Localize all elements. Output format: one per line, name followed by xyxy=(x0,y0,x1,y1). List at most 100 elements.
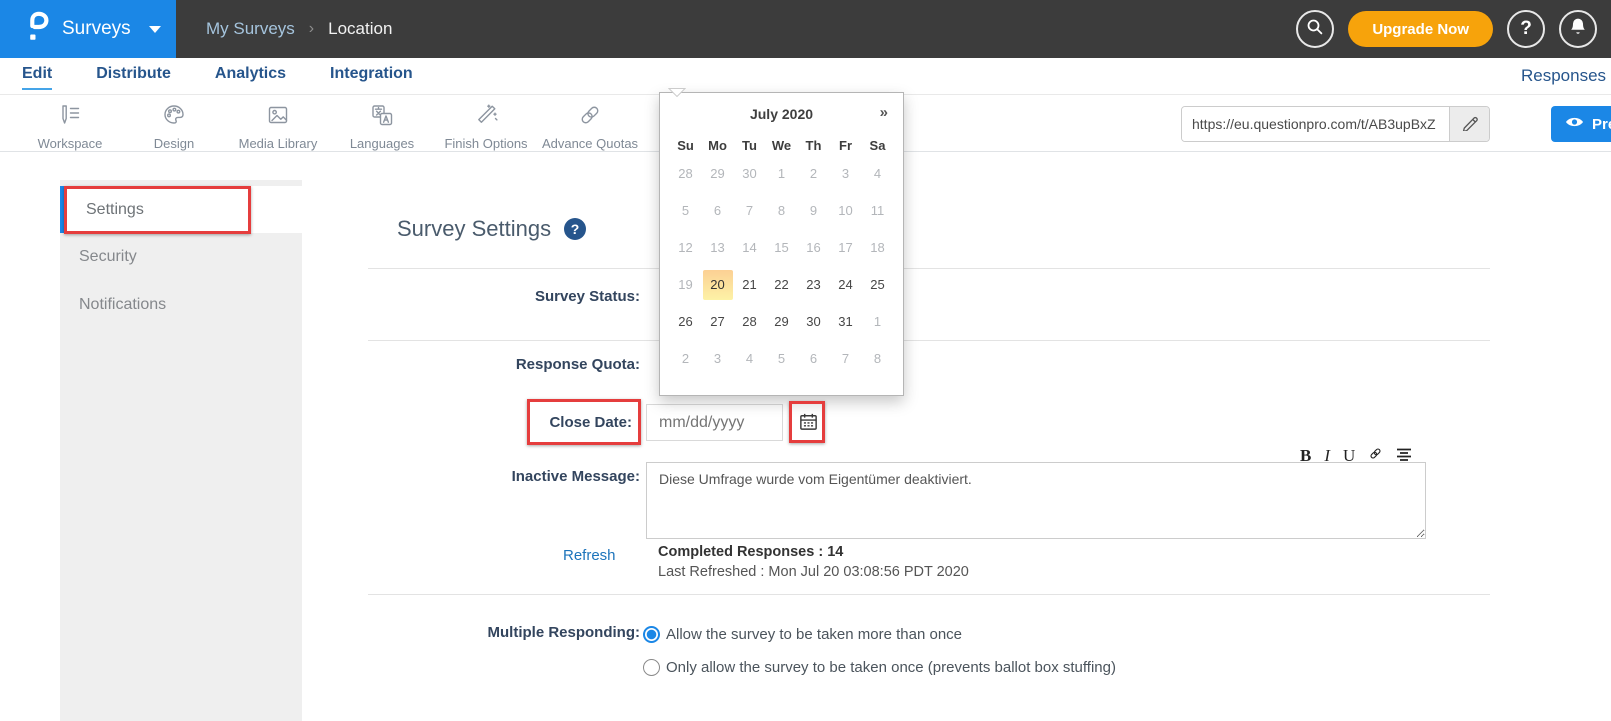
calendar-day[interactable]: 21 xyxy=(734,277,766,292)
sidebar-item-security[interactable]: Security xyxy=(60,233,302,281)
calendar-icon xyxy=(798,411,819,435)
chain-links-icon xyxy=(577,102,603,133)
calendar-day: 3 xyxy=(702,351,734,366)
toolbar-finish-options[interactable]: Finish Options xyxy=(434,95,538,151)
underline-button[interactable]: U xyxy=(1343,447,1355,464)
page-title: Survey Settings ? xyxy=(397,216,586,242)
radio-only-once[interactable] xyxy=(643,659,660,676)
toolbar-advance-quotas[interactable]: Advance Quotas xyxy=(538,95,642,151)
breadcrumb-separator-icon: › xyxy=(309,20,314,38)
breadcrumb: My Surveys › Location xyxy=(206,0,392,58)
radio-allow-multiple[interactable] xyxy=(643,626,660,643)
calendar-day: 1 xyxy=(766,166,798,181)
calendar-day[interactable]: 30 xyxy=(798,314,830,329)
tab-integration[interactable]: Integration xyxy=(330,65,413,90)
weekday-label: Mo xyxy=(702,138,734,153)
questionpro-logo-icon xyxy=(24,11,50,48)
edit-url-button[interactable] xyxy=(1449,107,1489,141)
bold-button[interactable]: B xyxy=(1300,447,1311,464)
toolbar-media-library[interactable]: Media Library xyxy=(226,95,330,151)
calendar-day[interactable]: 29 xyxy=(766,314,798,329)
survey-url-group xyxy=(1181,106,1490,142)
search-button[interactable] xyxy=(1296,10,1334,48)
calendar-weekdays: SuMoTuWeThFrSa xyxy=(660,138,903,153)
calendar-grid: 2829301234567891011121314151617181920212… xyxy=(660,155,903,377)
calendar-day[interactable]: 25 xyxy=(862,277,894,292)
calendar-day[interactable]: 22 xyxy=(766,277,798,292)
next-month-button[interactable]: » xyxy=(880,104,888,121)
pencil-icon xyxy=(1461,113,1479,136)
calendar-day[interactable]: 31 xyxy=(830,314,862,329)
calendar-day: 15 xyxy=(766,240,798,255)
calendar-day: 29 xyxy=(702,166,734,181)
survey-status-label: Survey Status: xyxy=(302,288,640,305)
title-help-icon[interactable]: ? xyxy=(564,218,586,240)
breadcrumb-my-surveys[interactable]: My Surveys xyxy=(206,19,295,39)
close-date-calendar-button[interactable] xyxy=(793,405,823,440)
calendar-day: 2 xyxy=(670,351,702,366)
calendar-day: 16 xyxy=(798,240,830,255)
notifications-button[interactable] xyxy=(1559,10,1597,48)
toolbar-languages[interactable]: Languages xyxy=(330,95,434,151)
calendar-day[interactable]: 24 xyxy=(830,277,862,292)
calendar-day: 2 xyxy=(798,166,830,181)
response-quota-label: Response Quota: xyxy=(302,356,640,373)
multiple-responding-label: Multiple Responding: xyxy=(302,624,640,641)
chevron-down-icon xyxy=(149,26,161,33)
last-refreshed-text: Last Refreshed : Mon Jul 20 03:08:56 PDT… xyxy=(658,564,969,580)
calendar-day: 5 xyxy=(670,203,702,218)
calendar-day: 4 xyxy=(734,351,766,366)
eye-icon xyxy=(1565,115,1584,133)
divider xyxy=(368,268,1490,269)
upgrade-now-button[interactable]: Upgrade Now xyxy=(1348,11,1493,47)
help-button[interactable]: ? xyxy=(1507,10,1545,48)
refresh-link[interactable]: Refresh xyxy=(563,547,616,564)
weekday-label: Th xyxy=(798,138,830,153)
close-date-input[interactable] xyxy=(646,404,783,441)
close-date-label: Close Date: xyxy=(302,414,632,431)
radio-option-only-once[interactable]: Only allow the survey to be taken once (… xyxy=(643,659,1116,676)
calendar-day: 10 xyxy=(830,203,862,218)
calendar-day: 7 xyxy=(830,351,862,366)
calendar-day[interactable]: 23 xyxy=(798,277,830,292)
calendar-day: 17 xyxy=(830,240,862,255)
preview-button[interactable]: Preview xyxy=(1551,106,1611,142)
sidebar-item-notifications[interactable]: Notifications xyxy=(60,281,302,329)
calendar-month-title[interactable]: July 2020 xyxy=(750,106,813,122)
calendar-day: 7 xyxy=(734,203,766,218)
brand-surveys-menu[interactable]: Surveys xyxy=(0,0,176,58)
calendar-day: 11 xyxy=(862,203,894,218)
calendar-day[interactable]: 26 xyxy=(670,314,702,329)
italic-button[interactable]: I xyxy=(1324,447,1330,464)
toolbar-design[interactable]: Design xyxy=(122,95,226,151)
calendar-day: 28 xyxy=(670,166,702,181)
tab-analytics[interactable]: Analytics xyxy=(215,65,286,90)
calendar-day: 12 xyxy=(670,240,702,255)
completed-responses-text: Completed Responses : 14 xyxy=(658,544,843,560)
calendar-day: 19 xyxy=(670,277,702,292)
radio-option-allow-multiple[interactable]: Allow the survey to be taken more than o… xyxy=(643,626,962,643)
weekday-label: Sa xyxy=(862,138,894,153)
image-icon xyxy=(265,102,291,133)
survey-url-input[interactable] xyxy=(1182,107,1449,141)
calendar-day: 8 xyxy=(862,351,894,366)
inactive-message-textarea[interactable]: Diese Umfrage wurde vom Eigentümer deakt… xyxy=(646,462,1426,539)
calendar-day: 9 xyxy=(798,203,830,218)
tab-edit[interactable]: Edit xyxy=(22,65,52,90)
header-actions: Upgrade Now ? xyxy=(1296,10,1597,48)
calendar-day: 1 xyxy=(862,314,894,329)
tab-responses[interactable]: Responses xyxy=(1521,66,1606,86)
settings-sidebar: Settings Security Notifications xyxy=(60,180,302,721)
pen-list-icon xyxy=(57,102,83,133)
weekday-label: We xyxy=(766,138,798,153)
calendar-day[interactable]: 27 xyxy=(702,314,734,329)
survey-tab-nav: Edit Distribute Analytics Integration Re… xyxy=(0,58,1611,95)
calendar-day: 30 xyxy=(734,166,766,181)
align-center-button[interactable] xyxy=(1396,447,1412,464)
toolbar-workspace[interactable]: Workspace xyxy=(18,95,122,151)
palette-icon xyxy=(161,102,187,133)
tab-distribute[interactable]: Distribute xyxy=(96,65,171,90)
calendar-day-today[interactable]: 20 xyxy=(703,270,733,300)
calendar-day[interactable]: 28 xyxy=(734,314,766,329)
sidebar-item-settings[interactable]: Settings xyxy=(60,186,302,233)
